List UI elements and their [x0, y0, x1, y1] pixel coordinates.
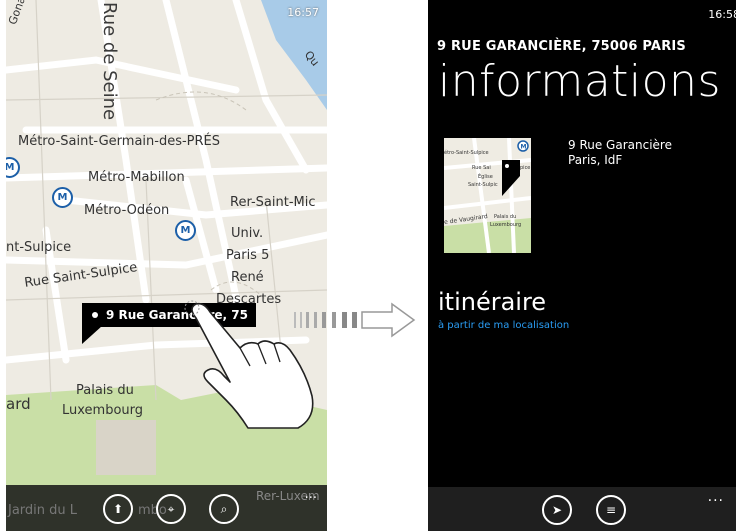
status-time: 16:57 — [287, 6, 319, 19]
locate-me-button[interactable]: ⌖ — [156, 494, 186, 524]
map-label-jardin: Jardin du L — [8, 503, 78, 518]
directions-list-icon: ≡ — [605, 503, 617, 517]
directions-button[interactable]: ⬆ — [103, 494, 133, 524]
map-label-univ: Univ. — [231, 226, 264, 241]
transition-arrow — [294, 302, 416, 338]
thumb-label-palais-du: Palais du — [494, 214, 517, 220]
locate-me-icon: ⌖ — [167, 502, 175, 516]
directions-list-button[interactable]: ≡ — [596, 495, 626, 525]
thumb-label-pice: pice — [520, 165, 531, 171]
address-line-1: 9 Rue Garancière — [568, 138, 672, 152]
search-icon: ⌕ — [220, 502, 228, 516]
map-label-rer-saint-mic: Rer-Saint-Mic — [230, 195, 316, 210]
map-canvas[interactable] — [6, 0, 327, 531]
pivot-header[interactable]: informations à — [438, 56, 736, 107]
more-menu-button[interactable]: ... — [708, 489, 724, 505]
app-bar: Jardin du L mbo Rer-Luxem ⬆ ⌖ ⌕ ... — [6, 485, 327, 531]
metro-icon[interactable]: M — [52, 187, 73, 208]
map-label-luxembourg: Luxembourg — [62, 403, 144, 418]
pin-dot-icon — [92, 312, 98, 318]
map-label-paris5: Paris 5 — [226, 248, 270, 263]
directions-icon: ⬆ — [112, 502, 124, 516]
place-details-screen: 16:58 9 RUE GARANCIÈRE, 75006 PARIS info… — [428, 0, 736, 531]
thumb-label-luxembourg: Luxembourg — [490, 222, 522, 228]
thumb-label-saint-sulp: Saint-Sulpic — [468, 182, 498, 188]
status-time: 16:58 — [708, 8, 736, 21]
metro-icon[interactable]: M — [175, 220, 196, 241]
map-label-ard: ard — [6, 395, 31, 413]
map-label-metro-mabillon: Métro-Mabillon — [88, 170, 185, 185]
map-screen: 16:57 Rue de Seine Gonapa Qu M Métro-Sai… — [6, 0, 327, 531]
app-bar: ➤ ≡ ... — [428, 487, 736, 531]
status-bar: 16:57 — [6, 0, 327, 22]
thumb-label-saint-sulpice: étro-Saint-Sulpice — [444, 150, 489, 156]
map-label-metro-saint-germain: Métro-Saint-Germain-des-PRÉS — [18, 134, 221, 149]
map-label-nt-sulpice: nt-Sulpice — [6, 240, 72, 255]
pin-to-start-icon: ➤ — [551, 503, 563, 517]
address-header: 9 RUE GARANCIÈRE, 75006 PARIS — [437, 39, 686, 54]
map-label-rue-de-seine: Rue de Seine — [99, 2, 120, 121]
map-label-metro-odeon: Métro-Odéon — [84, 203, 170, 218]
pivot-current[interactable]: informations — [438, 56, 721, 107]
map-thumbnail[interactable]: M étro-Saint-Sulpice Rue Sai pice Église… — [444, 138, 531, 253]
thumb-label-eglise: Église — [478, 174, 493, 180]
more-menu-button[interactable]: ... — [305, 487, 317, 502]
map-label-rene: René — [231, 270, 264, 285]
search-button[interactable]: ⌕ — [209, 494, 239, 524]
pin-tail — [82, 326, 102, 344]
thumb-label-rue-sai: Rue Sai — [472, 165, 491, 171]
svg-text:M: M — [521, 144, 527, 151]
directions-title[interactable]: itinéraire — [438, 288, 546, 316]
address-line-2: Paris, IdF — [568, 153, 623, 167]
map-label-palais-du: Palais du — [76, 383, 134, 398]
directions-subtitle[interactable]: à partir de ma localisation — [438, 320, 569, 331]
pin-to-start-button[interactable]: ➤ — [542, 495, 572, 525]
